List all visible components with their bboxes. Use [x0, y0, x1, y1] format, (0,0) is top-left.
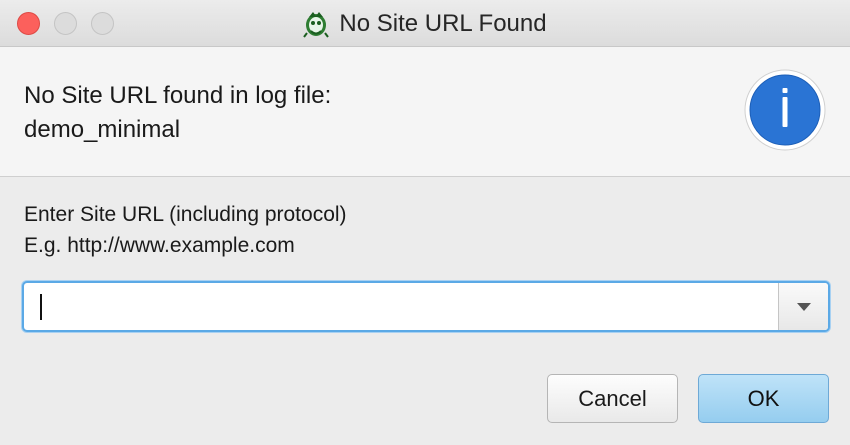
text-cursor [40, 294, 42, 320]
title-bar[interactable]: No Site URL Found [0, 0, 850, 47]
chevron-down-icon [796, 302, 811, 311]
ok-button[interactable]: OK [698, 374, 829, 423]
message-header: No Site URL found in log file: demo_mini… [0, 47, 850, 177]
site-url-combobox[interactable] [22, 281, 830, 332]
url-dropdown-button[interactable] [778, 283, 828, 330]
cancel-button[interactable]: Cancel [547, 374, 678, 423]
app-frog-icon [303, 11, 330, 38]
window-title-group: No Site URL Found [0, 0, 850, 47]
prompt-example: E.g. http://www.example.com [24, 234, 295, 257]
info-icon [744, 69, 826, 151]
message-text: No Site URL found in log file: [24, 82, 332, 109]
dialog-window: No Site URL Found No Site URL found in l… [0, 0, 850, 445]
prompt-label: Enter Site URL (including protocol) [24, 203, 347, 226]
site-url-input[interactable] [24, 283, 780, 330]
window-title: No Site URL Found [339, 9, 547, 37]
log-file-name: demo_minimal [24, 116, 181, 143]
